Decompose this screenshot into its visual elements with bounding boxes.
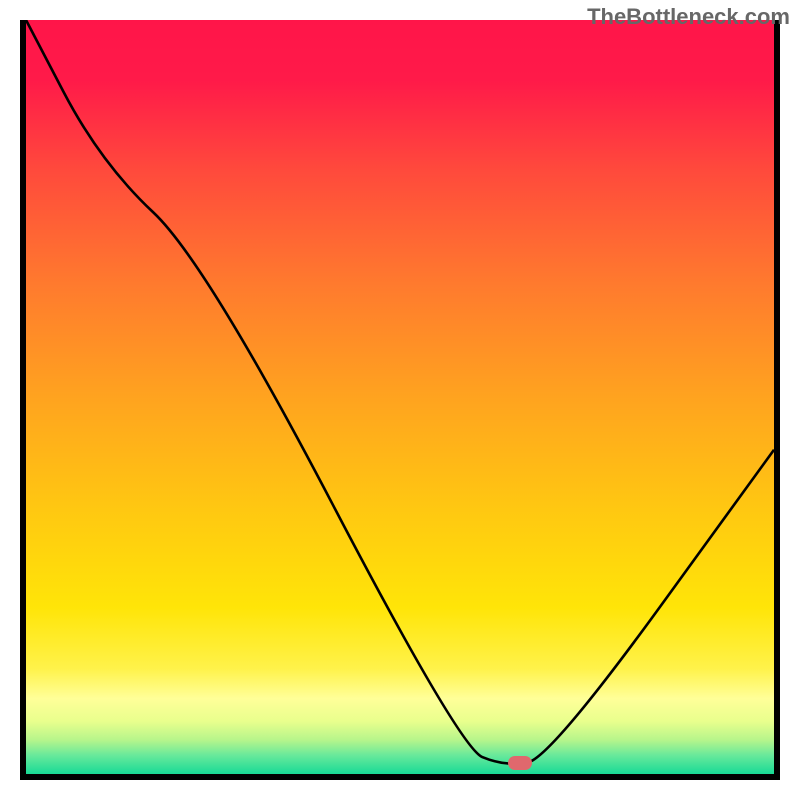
optimal-marker bbox=[508, 756, 532, 770]
attribution-watermark: TheBottleneck.com bbox=[587, 4, 790, 30]
chart-frame bbox=[20, 20, 780, 780]
bottleneck-curve bbox=[26, 20, 774, 774]
plot-area bbox=[26, 20, 774, 774]
